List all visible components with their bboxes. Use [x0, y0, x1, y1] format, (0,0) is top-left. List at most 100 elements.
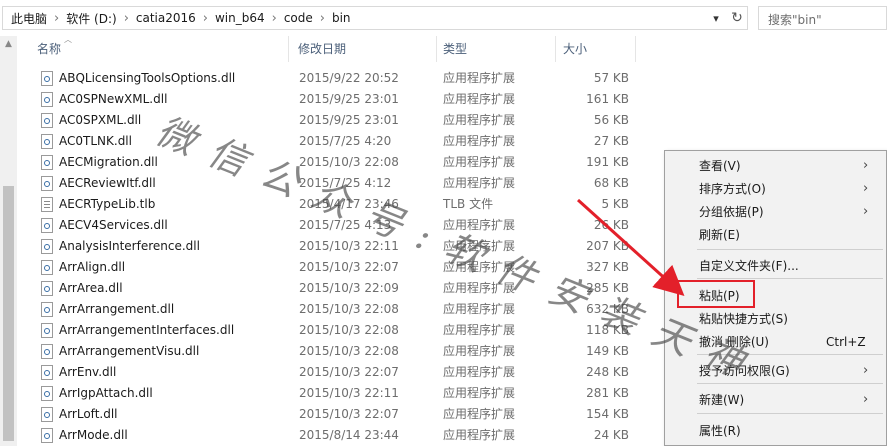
chevron-down-icon[interactable]: ▾	[707, 7, 725, 29]
file-name: ArrArrangementVisu.dll	[59, 344, 200, 358]
file-date: 2015/4/17 23:46	[299, 197, 399, 211]
file-date: 2015/10/3 22:07	[299, 365, 399, 379]
dll-icon	[41, 71, 53, 86]
file-type: 应用程序扩展	[443, 407, 516, 421]
breadcrumb-bin[interactable]: bin	[332, 11, 351, 25]
chevron-right-icon[interactable]: ›	[272, 11, 277, 26]
file-type: 应用程序扩展	[443, 344, 516, 358]
menu-item-sort-by[interactable]: 排序方式(O) ›	[665, 178, 886, 200]
dll-icon	[41, 428, 53, 443]
address-bar[interactable]: 此电脑 › 软件 (D:) › catia2016 › win_b64 › co…	[2, 6, 748, 30]
file-size: 149 KB	[586, 344, 629, 358]
dll-icon	[41, 239, 53, 254]
file-name: AECMigration.dll	[59, 155, 158, 169]
menu-item-refresh[interactable]: 刷新(E)	[665, 224, 886, 246]
file-name: AECV4Services.dll	[59, 218, 168, 232]
file-name: AC0SPXML.dll	[59, 113, 142, 127]
dll-icon	[41, 386, 53, 401]
menu-item-paste-shortcut[interactable]: 粘贴快捷方式(S)	[665, 308, 886, 330]
file-size: 161 KB	[586, 92, 629, 106]
menu-item-give-access-to[interactable]: 授予访问权限(G) ›	[665, 360, 886, 382]
dll-icon	[41, 92, 53, 107]
refresh-icon[interactable]: ↻	[727, 7, 747, 29]
breadcrumb-drive-d[interactable]: 软件 (D:)	[66, 10, 116, 27]
file-type: TLB 文件	[443, 197, 494, 211]
scrollbar-thumb[interactable]	[3, 186, 14, 441]
file-type: 应用程序扩展	[443, 428, 516, 442]
chevron-right-icon: ›	[863, 392, 869, 407]
column-divider[interactable]	[635, 36, 636, 62]
chevron-right-icon[interactable]: ›	[203, 11, 208, 26]
menu-item-label: 撤消 删除(U)	[699, 335, 769, 349]
column-divider[interactable]	[288, 36, 289, 62]
chevron-right-icon[interactable]: ›	[320, 11, 325, 26]
breadcrumb-this-pc[interactable]: 此电脑	[11, 10, 47, 27]
breadcrumb-catia2016[interactable]: catia2016	[136, 11, 196, 25]
file-row[interactable]: AC0SPNewXML.dll 2015/9/25 23:01 应用程序扩展 161 …	[17, 89, 887, 110]
menu-item-customize-folder[interactable]: 自定义文件夹(F)...	[665, 255, 886, 277]
file-name: ABQLicensingToolsOptions.dll	[59, 71, 236, 85]
file-size: 57 KB	[593, 71, 629, 85]
breadcrumb-win-b64[interactable]: win_b64	[215, 11, 265, 25]
menu-item-label: 排序方式(O)	[699, 182, 766, 196]
menu-separator	[697, 354, 883, 355]
dll-icon	[41, 365, 53, 380]
file-date: 2015/7/25 4:20	[299, 134, 392, 148]
file-date: 2015/9/25 23:01	[299, 92, 399, 106]
file-type: 应用程序扩展	[443, 365, 516, 379]
menu-item-label: 粘贴快捷方式(S)	[699, 312, 788, 326]
file-name: AC0TLNK.dll	[59, 134, 132, 148]
menu-item-label: 授予访问权限(G)	[699, 364, 790, 378]
vertical-scrollbar[interactable]: ▲	[0, 36, 17, 446]
search-input[interactable]: 搜索"bin"	[758, 6, 887, 30]
file-row[interactable]: AC0SPXML.dll 2015/9/25 23:01 应用程序扩展 56 KB	[17, 110, 887, 131]
file-size: 68 KB	[593, 176, 629, 190]
file-size: 281 KB	[586, 386, 629, 400]
file-size: 248 KB	[586, 365, 629, 379]
menu-item-view[interactable]: 查看(V) ›	[665, 155, 886, 177]
menu-item-new[interactable]: 新建(W) ›	[665, 389, 886, 411]
menu-separator	[697, 249, 883, 250]
file-size: 327 KB	[586, 260, 629, 274]
column-header-type[interactable]: 类型	[443, 36, 467, 62]
scroll-up-icon[interactable]: ▲	[0, 36, 17, 53]
dll-icon	[41, 155, 53, 170]
file-row[interactable]: AC0TLNK.dll 2015/7/25 4:20 应用程序扩展 27 KB	[17, 131, 887, 152]
file-type: 应用程序扩展	[443, 386, 516, 400]
menu-item-properties[interactable]: 属性(R)	[665, 420, 886, 442]
menu-item-group-by[interactable]: 分组依据(P) ›	[665, 201, 886, 223]
column-headers: 名称 ︿ 修改日期 类型 大小	[17, 35, 887, 62]
menu-item-undo-delete[interactable]: 撤消 删除(U) Ctrl+Z	[665, 331, 886, 353]
column-header-name[interactable]: 名称	[37, 36, 61, 62]
column-divider[interactable]	[436, 36, 437, 62]
file-name: AC0SPNewXML.dll	[59, 92, 168, 106]
file-name: ArrArrangement.dll	[59, 302, 175, 316]
menu-separator	[697, 383, 883, 384]
column-header-date[interactable]: 修改日期	[298, 36, 346, 62]
file-size: 191 KB	[586, 155, 629, 169]
breadcrumb-code[interactable]: code	[284, 11, 313, 25]
file-size: 207 KB	[586, 239, 629, 253]
address-bar-area: 此电脑 › 软件 (D:) › catia2016 › win_b64 › co…	[0, 0, 887, 36]
column-header-size[interactable]: 大小	[563, 36, 587, 62]
dll-icon	[41, 407, 53, 422]
menu-item-label: 分组依据(P)	[699, 205, 764, 219]
dll-icon	[41, 281, 53, 296]
file-size: 118 KB	[586, 323, 629, 337]
file-date: 2015/10/3 22:07	[299, 407, 399, 421]
dll-icon	[41, 323, 53, 338]
menu-item-label: 新建(W)	[699, 393, 745, 407]
chevron-right-icon: ›	[863, 204, 869, 219]
chevron-right-icon: ›	[863, 181, 869, 196]
chevron-right-icon[interactable]: ›	[54, 11, 59, 26]
menu-item-label: 刷新(E)	[699, 228, 740, 242]
chevron-right-icon[interactable]: ›	[124, 11, 129, 26]
file-type: 应用程序扩展	[443, 239, 516, 253]
column-divider[interactable]	[555, 36, 556, 62]
file-date: 2015/10/3 22:08	[299, 302, 399, 316]
file-date: 2015/10/3 22:07	[299, 260, 399, 274]
file-row[interactable]: ABQLicensingToolsOptions.dll 2015/9/22 20…	[17, 68, 887, 89]
chevron-right-icon: ›	[863, 158, 869, 173]
file-name: ArrAlign.dll	[59, 260, 126, 274]
file-size: 26 KB	[593, 218, 629, 232]
